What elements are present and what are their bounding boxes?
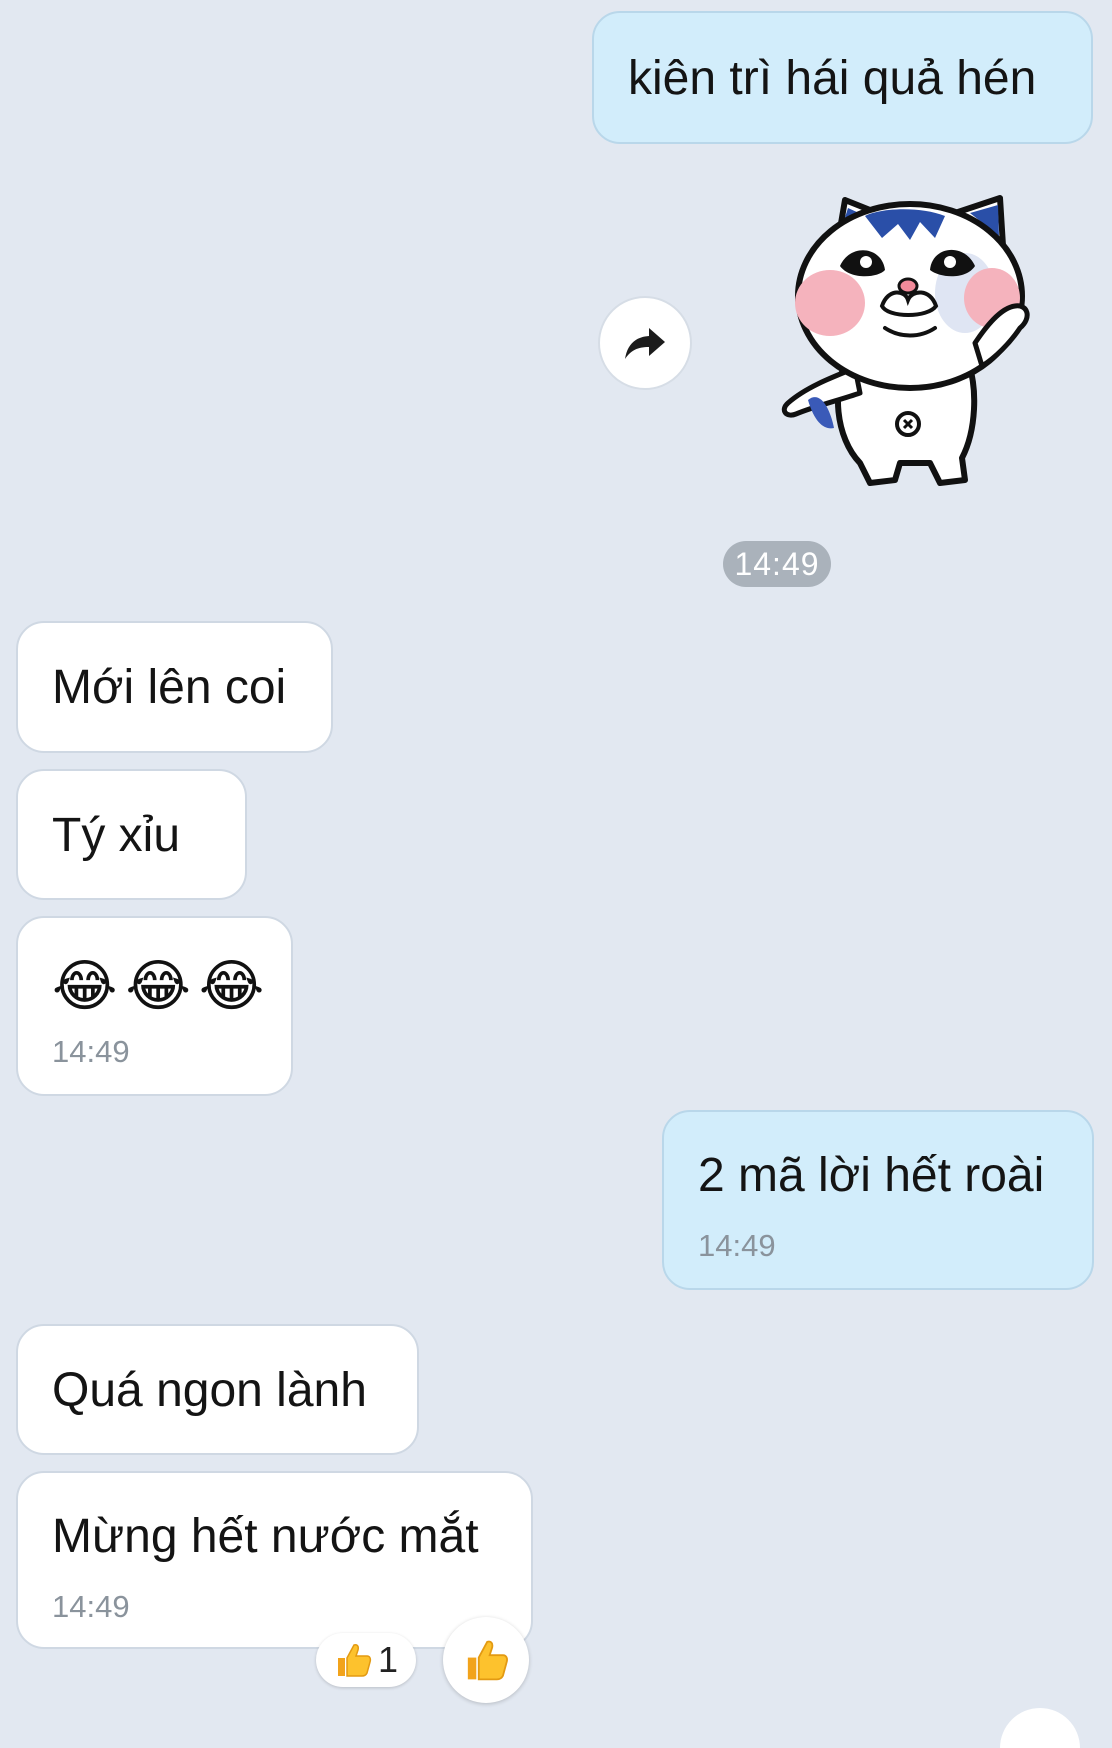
message-text: 2 mã lời hết roài: [698, 1149, 1045, 1202]
thumbs-up-icon: [337, 1644, 372, 1677]
message-timestamp: 14:49: [698, 1228, 776, 1263]
message-bubble-outgoing[interactable]: 2 mã lời hết roài 14:49: [662, 1110, 1094, 1290]
message-timestamp: 14:49: [52, 1589, 130, 1624]
message-text: Tý xỉu: [52, 809, 181, 862]
laughing-tears-emoji: 😂: [125, 954, 191, 1017]
cat-sticker-image: [781, 195, 1030, 486]
laughing-tears-emoji: 😂: [52, 954, 118, 1017]
message-text: kiên trì hái quả hén: [628, 52, 1037, 105]
thumbs-up-icon: [467, 1640, 508, 1681]
forward-arrow-icon: [625, 328, 665, 359]
timestamp-pill: 14:49: [723, 541, 831, 587]
white-cat-waving-sticker[interactable]: [770, 178, 1048, 498]
message-bubble-incoming[interactable]: Tý xỉu: [16, 769, 247, 900]
message-bubble-incoming[interactable]: Mừng hết nước mắt 14:49: [16, 1471, 533, 1649]
forward-button[interactable]: [598, 296, 692, 390]
add-reaction-button[interactable]: [443, 1617, 529, 1703]
message-timestamp: 14:49: [52, 1034, 130, 1069]
laughing-tears-emoji: 😂: [198, 954, 265, 1017]
chat-message-list[interactable]: kiên trì hái quả hén 14:49 Mới lên coi T…: [0, 0, 1112, 1748]
message-bubble-incoming[interactable]: 😂 😂 😂 14:49: [16, 916, 293, 1096]
message-bubble-incoming[interactable]: Quá ngon lành: [16, 1324, 419, 1455]
message-text: Quá ngon lành: [52, 1364, 367, 1417]
scroll-to-bottom-button[interactable]: [1000, 1708, 1080, 1748]
reaction-summary[interactable]: 1: [316, 1633, 416, 1687]
emoji-row: 😂 😂 😂: [52, 954, 264, 1018]
message-text: Mừng hết nước mắt: [52, 1510, 479, 1563]
message-bubble-outgoing[interactable]: kiên trì hái quả hén: [592, 11, 1093, 144]
reaction-count-text: 1: [377, 1639, 399, 1680]
message-bubble-incoming[interactable]: Mới lên coi: [16, 621, 333, 753]
message-text: Mới lên coi: [52, 661, 287, 714]
